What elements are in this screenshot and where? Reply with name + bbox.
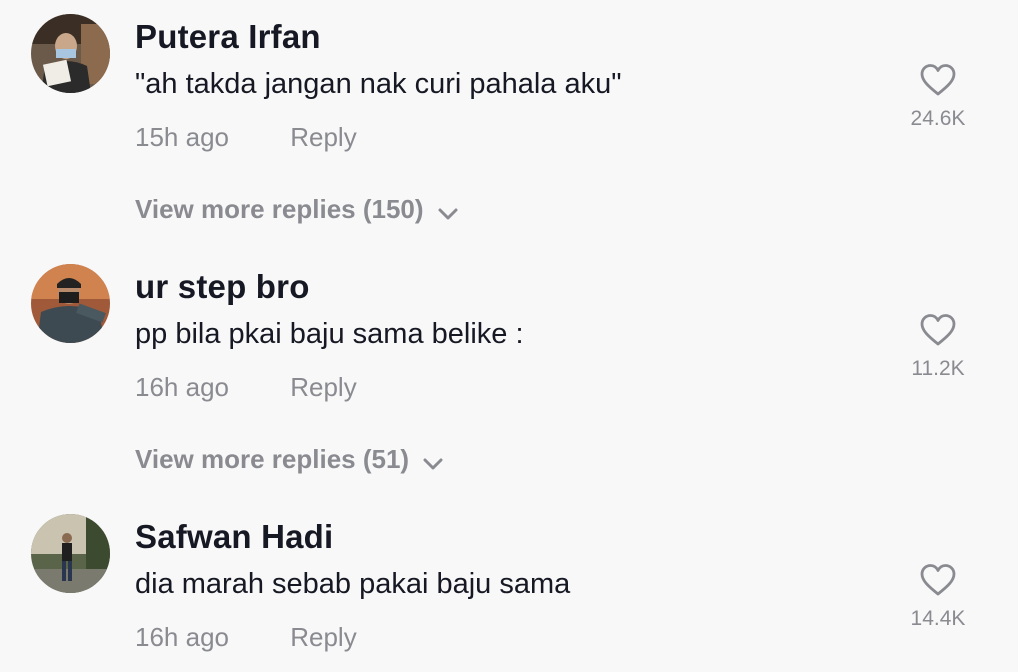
chevron-down-icon (423, 446, 443, 477)
like-button[interactable]: 14.4K (898, 563, 978, 631)
reply-button[interactable]: Reply (290, 372, 356, 403)
like-button[interactable]: 11.2K (898, 313, 978, 381)
avatar-image (31, 14, 110, 93)
like-count: 11.2K (911, 357, 965, 380)
view-more-replies-button[interactable]: View more replies (51) (135, 444, 443, 477)
comment-username[interactable]: Putera Irfan (135, 18, 321, 56)
like-count: 24.6K (910, 107, 966, 130)
comment-timestamp: 16h ago (135, 372, 229, 402)
comment-text: "ah takda jangan nak curi pahala aku" (135, 68, 622, 100)
reply-button[interactable]: Reply (290, 622, 356, 653)
comment-username[interactable]: ur step bro (135, 268, 310, 306)
comment-meta: 15h ago Reply (135, 122, 357, 153)
heart-outline-icon (920, 564, 956, 596)
comment-timestamp: 15h ago (135, 122, 229, 152)
comment-username[interactable]: Safwan Hadi (135, 518, 333, 556)
avatar[interactable] (31, 264, 110, 343)
avatar[interactable] (31, 514, 110, 593)
comment-text: pp bila pkai baju sama belike : (135, 318, 524, 350)
view-more-replies-button[interactable]: View more replies (150) (135, 194, 458, 227)
reply-button[interactable]: Reply (290, 122, 356, 153)
chevron-down-icon (438, 196, 458, 227)
avatar[interactable] (31, 14, 110, 93)
avatar-image (31, 514, 110, 593)
heart-outline-icon (920, 64, 956, 96)
view-more-replies-label: View more replies (150) (135, 194, 424, 224)
avatar-image (31, 264, 110, 343)
comment-text: dia marah sebab pakai baju sama (135, 568, 571, 600)
comment-meta: 16h ago Reply (135, 372, 357, 403)
comment-timestamp: 16h ago (135, 622, 229, 652)
heart-outline-icon (920, 314, 956, 346)
like-button[interactable]: 24.6K (898, 63, 978, 131)
comment-meta: 16h ago Reply (135, 622, 357, 653)
like-count: 14.4K (910, 607, 966, 630)
view-more-replies-label: View more replies (51) (135, 444, 410, 474)
